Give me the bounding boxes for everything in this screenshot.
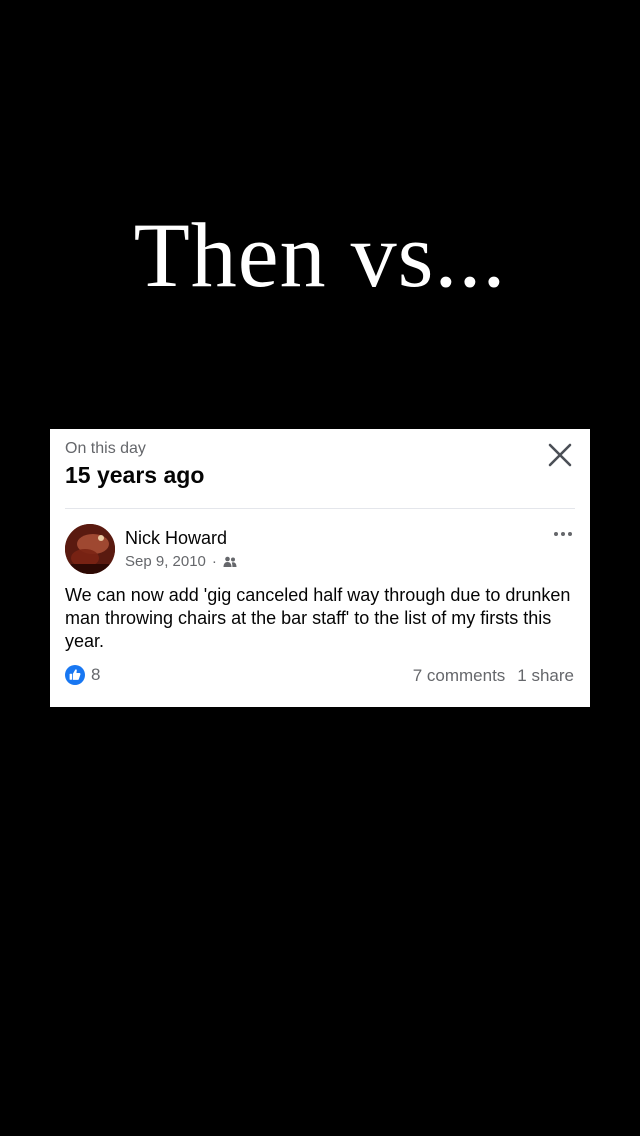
shares-count[interactable]: 1 share: [517, 666, 574, 686]
memory-label: On this day: [65, 440, 146, 457]
more-icon: [554, 532, 572, 536]
reaction-count: 8: [91, 665, 101, 684]
more-options-button[interactable]: [552, 527, 574, 541]
divider: [65, 508, 575, 509]
close-button[interactable]: [546, 441, 574, 469]
memory-title: 15 years ago: [65, 462, 205, 488]
friends-icon: [223, 556, 237, 567]
post-meta: Sep 9, 2010 ·: [125, 553, 237, 570]
avatar-photo: [65, 524, 115, 574]
comments-count[interactable]: 7 comments: [413, 666, 506, 686]
meta-separator: ·: [211, 553, 217, 570]
reactions[interactable]: 8: [65, 665, 100, 685]
avatar[interactable]: [65, 524, 115, 574]
like-icon: [65, 665, 85, 685]
engagement-stats: 7 comments 1 share: [413, 666, 574, 686]
post-date[interactable]: Sep 9, 2010: [125, 553, 206, 570]
headline: Then vs...: [133, 204, 507, 306]
author-name[interactable]: Nick Howard: [125, 528, 227, 549]
post-text: We can now add 'gig canceled half way th…: [65, 585, 571, 651]
close-icon: [548, 443, 572, 467]
memory-card: On this day 15 years ago Nick Howard Sep…: [50, 429, 590, 707]
